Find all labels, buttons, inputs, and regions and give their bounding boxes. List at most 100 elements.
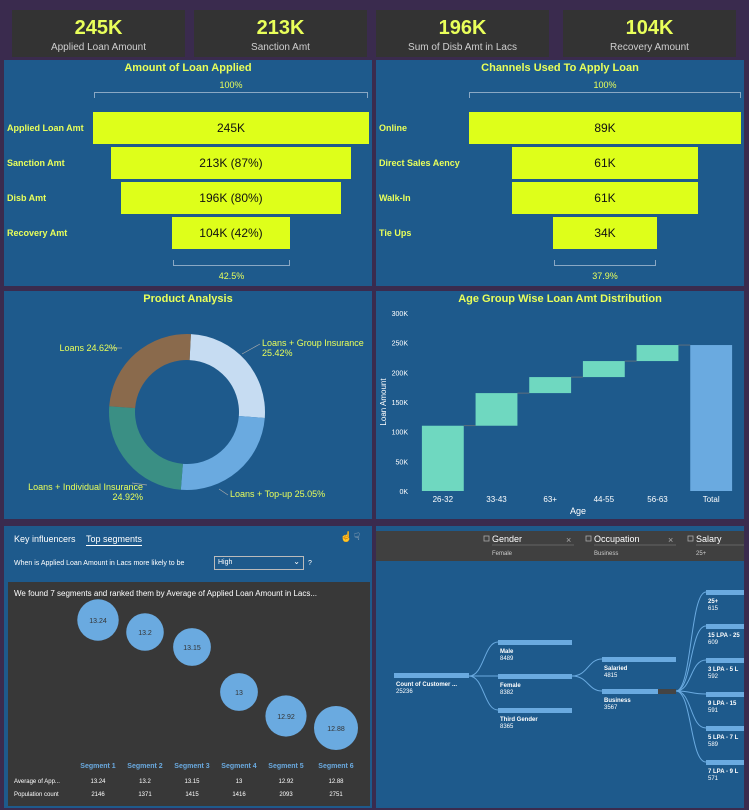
funnel-bar-value: 61K [594, 156, 616, 170]
key-influencers-panel[interactable]: Key influencers Top segments ☝ ☟ When is… [4, 526, 372, 808]
filter-value: Business [594, 551, 618, 557]
x-tick-label: 63+ [543, 495, 557, 504]
top-percent: 100% [219, 80, 243, 90]
funnel-row-label: Tie Ups [379, 228, 412, 238]
chevron-down-icon: ⌄ [293, 557, 300, 566]
salary-bar [706, 760, 744, 765]
root-label: Count of Customer ... [396, 682, 457, 688]
occupation-label: Salaried [604, 666, 628, 672]
donut-slice-label: 24.92% [112, 492, 143, 502]
loan-applied-funnel-panel[interactable]: Amount of Loan Applied 100% Applied Loan… [4, 60, 372, 286]
segment-population-value: 1371 [138, 792, 152, 798]
segment-avg-value: 13 [236, 779, 243, 785]
funnel-bar[interactable]: 196K (80%) [120, 182, 342, 214]
salary-value: 571 [708, 776, 719, 782]
salary-value: 609 [708, 640, 719, 646]
segment-avg-value: 12.92 [278, 779, 294, 785]
funnel-bar[interactable]: 61K [511, 182, 699, 214]
panel-title: Amount of Loan Applied [124, 62, 252, 74]
waterfall-chart[interactable]: 0K 50K 100K 150K 200K 250K 300K Loan Amount Age 2… [376, 291, 744, 519]
salary-bar [706, 590, 744, 595]
salary-value: 615 [708, 606, 719, 612]
waterfall-bar [475, 393, 518, 426]
funnel-bar[interactable]: 104K (42%) [172, 217, 290, 249]
filter-value: 25+ [696, 551, 707, 557]
tree-link [468, 641, 499, 677]
top-bracket [94, 92, 368, 98]
filter-name: Occupation [594, 534, 640, 544]
tree-chart[interactable]: Gender Female × Occupation Business × Salary 25… [376, 526, 744, 808]
funnel-row-label: Disb Amt [7, 193, 47, 203]
funnel-bar-value: 61K [594, 191, 616, 205]
salary-label: 3 LPA - 5 L [708, 667, 739, 673]
y-tick-label: 100K [392, 430, 409, 437]
age-group-panel[interactable]: Age Group Wise Loan Amt Distribution 0K 5… [376, 291, 744, 519]
funnel-bar[interactable]: 245K [93, 112, 369, 144]
tab-top-segments[interactable]: Top segments [86, 534, 143, 546]
funnel-bar[interactable]: 89K [469, 112, 741, 144]
waterfall-bar [636, 345, 679, 362]
salary-label: 5 LPA - 7 L [708, 735, 739, 741]
segment-bubble-value: 13.24 [89, 618, 107, 625]
funnel-bar-value: 196K (80%) [199, 191, 263, 205]
y-tick-label: 250K [392, 341, 409, 348]
kpi-value: 245K [74, 17, 123, 39]
waterfall-bar [529, 377, 572, 394]
gender-label: Third Gender [500, 717, 538, 723]
donut-chart[interactable]: Loans + Group Insurance25.42% Loans + Top… [4, 291, 372, 519]
salary-value: 592 [708, 674, 719, 680]
kpi-value: 104K [625, 17, 674, 39]
x-tick-label: 33-43 [486, 495, 507, 504]
close-icon: × [566, 535, 571, 545]
bottom-bracket [173, 260, 290, 266]
y-axis-label: Loan Amount [379, 378, 388, 426]
occupation-value: 4815 [604, 673, 618, 679]
lock-icon [585, 535, 592, 542]
kpi-label: Sum of Disb Amt in Lacs [408, 42, 517, 53]
thumbs-up-icon[interactable]: ☝ [340, 532, 352, 543]
funnel-row-label: Applied Loan Amt [7, 123, 84, 133]
funnel-row-label: Online [379, 123, 408, 133]
root-bar [394, 673, 469, 678]
funnel-bar-value: 34K [594, 226, 616, 240]
waterfall-bar [690, 345, 733, 491]
thumbs-down-icon[interactable]: ☟ [354, 532, 360, 543]
funnel-bar[interactable]: 213K (87%) [110, 147, 352, 179]
tree-link [468, 675, 499, 711]
salary-label: 15 LPA - 25 [708, 633, 740, 639]
channels-funnel-panel[interactable]: Channels Used To Apply Loan 100% Online 8… [376, 60, 744, 286]
outcome-select-value: High [218, 559, 233, 566]
root-value: 25236 [396, 689, 413, 695]
segment-label: Segment 1 [80, 763, 116, 770]
kpi-value: 196K [438, 17, 487, 39]
donut-slice [109, 406, 183, 490]
tab-key-influencers[interactable]: Key influencers [14, 534, 76, 544]
segment-label: Segment 6 [318, 763, 354, 770]
segment-population-value: 2751 [329, 792, 343, 798]
funnel-bar[interactable]: 61K [511, 147, 699, 179]
lock-icon [687, 535, 694, 542]
segment-label: Segment 2 [127, 763, 163, 770]
funnel-bar-value: 245K [216, 121, 246, 135]
funnel-bar-value: 213K (87%) [199, 156, 263, 170]
segments-chart[interactable]: 13.24 Segment 1 13.24 2146 13.2 Segment 2 13.2… [8, 582, 370, 806]
avg-row-label: Average of App... [14, 779, 60, 785]
x-tick-label: 44-55 [594, 495, 615, 504]
funnel-bar[interactable]: 34K [553, 217, 657, 249]
segment-bubble-value: 12.88 [327, 726, 345, 733]
kpi-label: Sanction Amt [251, 42, 310, 53]
kpi-label: Applied Loan Amount [50, 42, 147, 53]
decomposition-tree-panel[interactable]: Gender Female × Occupation Business × Salary 25… [376, 526, 744, 808]
funnel-bar-value: 89K [594, 121, 616, 135]
y-tick-label: 150K [392, 400, 409, 407]
product-analysis-panel[interactable]: Product Analysis Loans + Group Insurance… [4, 291, 372, 519]
segment-bubble-value: 12.92 [277, 714, 295, 721]
kpi-label: Recovery Amount [610, 42, 689, 53]
top-percent: 100% [593, 80, 617, 90]
x-tick-label: 56-63 [647, 495, 668, 504]
donut-slice-label: Loans 24.62% [59, 343, 117, 353]
salary-label: 25+ [708, 599, 719, 605]
kpi-card-sanction: 213K Sanction Amt [194, 10, 367, 57]
outcome-select[interactable]: High ⌄ [214, 556, 304, 570]
waterfall-bar [421, 425, 464, 491]
